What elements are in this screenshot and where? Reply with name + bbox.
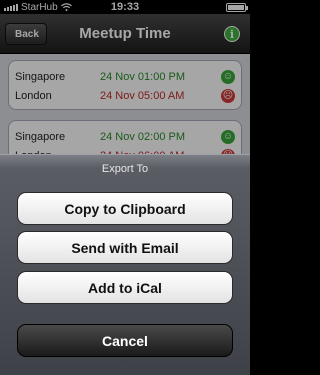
copy-to-clipboard-button[interactable]: Copy to Clipboard [17, 192, 233, 225]
add-to-ical-button[interactable]: Add to iCal [17, 271, 233, 304]
cancel-button[interactable]: Cancel [17, 324, 233, 357]
send-with-email-button[interactable]: Send with Email [17, 231, 233, 264]
export-action-sheet: Export To Copy to Clipboard Send with Em… [0, 154, 250, 375]
action-sheet-title: Export To [101, 163, 149, 175]
